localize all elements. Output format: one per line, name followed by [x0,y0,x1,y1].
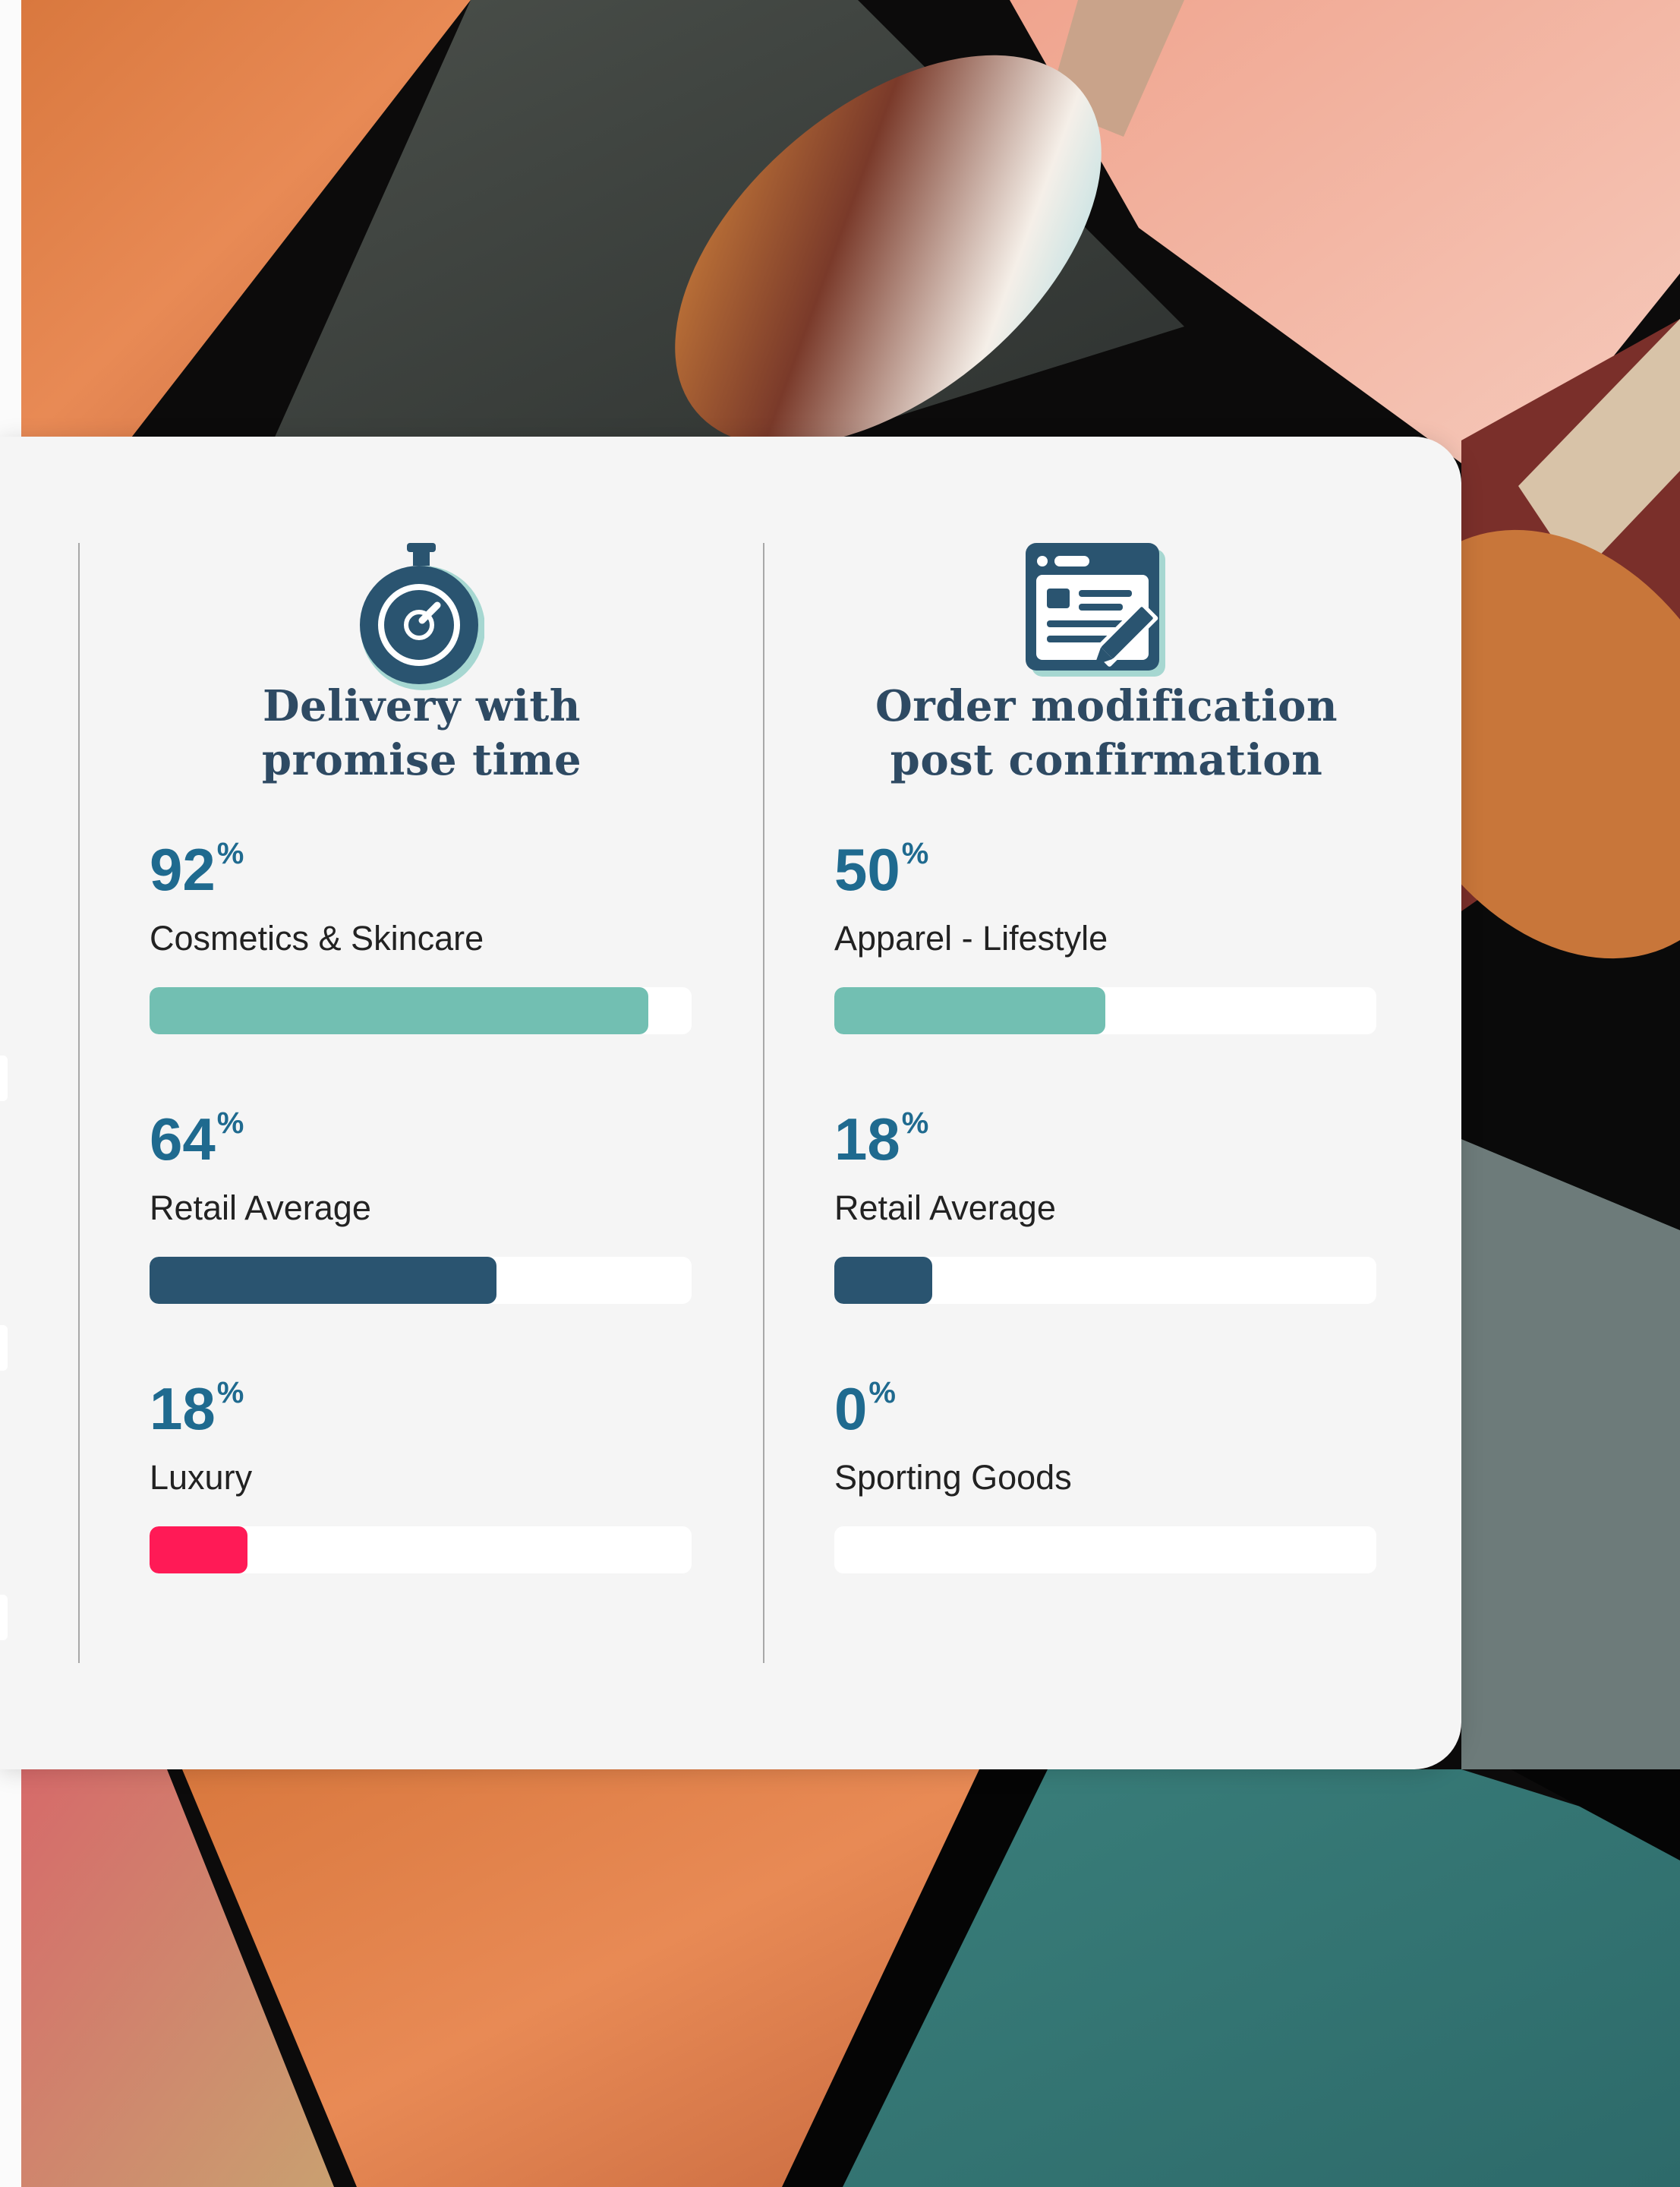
progress-fill [150,1257,496,1304]
metric-value: 92% [150,835,244,904]
metric-item: 18% Luxury [150,1374,692,1587]
progress-track [150,1526,692,1573]
metric-label: Retail Average [834,1188,1056,1227]
progress-fill [834,987,1105,1034]
metric-number: 64 [150,1106,216,1172]
column-title: Order modification post confirmation [764,680,1449,787]
progress-track [834,987,1376,1034]
metric-value: 18% [150,1374,244,1443]
column-title-line: Delivery with [262,681,581,731]
metric-unit: % [216,1376,244,1409]
metric-number: 18 [834,1106,900,1172]
metric-label: Retail Average [150,1188,371,1227]
progress-fill [150,987,648,1034]
metric-number: 18 [150,1375,216,1442]
offscreen-bar-track [0,1056,8,1101]
metric-value: 50% [834,835,928,904]
offscreen-bar-track [0,1325,8,1371]
metric-label: Cosmetics & Skincare [150,919,484,958]
column-title-line: post confirmation [890,735,1323,785]
metric-value: 18% [834,1105,928,1173]
metric-number: 50 [834,836,900,903]
metric-number: 92 [150,836,216,903]
metric-unit: % [216,837,244,870]
column-title-line: promise time [261,735,582,785]
metric-value: 64% [150,1105,244,1173]
progress-fill [150,1526,247,1573]
metric-number: 0 [834,1375,868,1442]
metric-item: 18% Retail Average [834,1105,1376,1318]
metric-unit: % [901,1106,929,1140]
metric-label: Sporting Goods [834,1458,1072,1497]
stopwatch-icon [358,543,485,695]
column-title: Delivery with promise time [79,680,764,787]
metric-value: 0% [834,1374,896,1443]
metric-unit: % [216,1106,244,1140]
progress-track [150,1257,692,1304]
metric-label: Apparel - Lifestyle [834,919,1108,958]
stats-card: Delivery with promise time 92% Cosmetics… [0,437,1461,1769]
metric-item: 64% Retail Average [150,1105,692,1318]
metric-unit: % [901,837,929,870]
progress-track [150,987,692,1034]
metric-unit: % [868,1376,896,1409]
metric-item: 50% Apparel - Lifestyle [834,835,1376,1048]
metric-label: Luxury [150,1458,253,1497]
metric-item: 92% Cosmetics & Skincare [150,835,692,1048]
progress-track [834,1257,1376,1304]
metric-item: 0% Sporting Goods [834,1374,1376,1587]
column-title-line: Order modification [875,681,1338,731]
browser-edit-icon [1026,543,1190,695]
progress-track [834,1526,1376,1573]
progress-fill [834,1257,932,1304]
offscreen-bar-track [0,1595,8,1640]
